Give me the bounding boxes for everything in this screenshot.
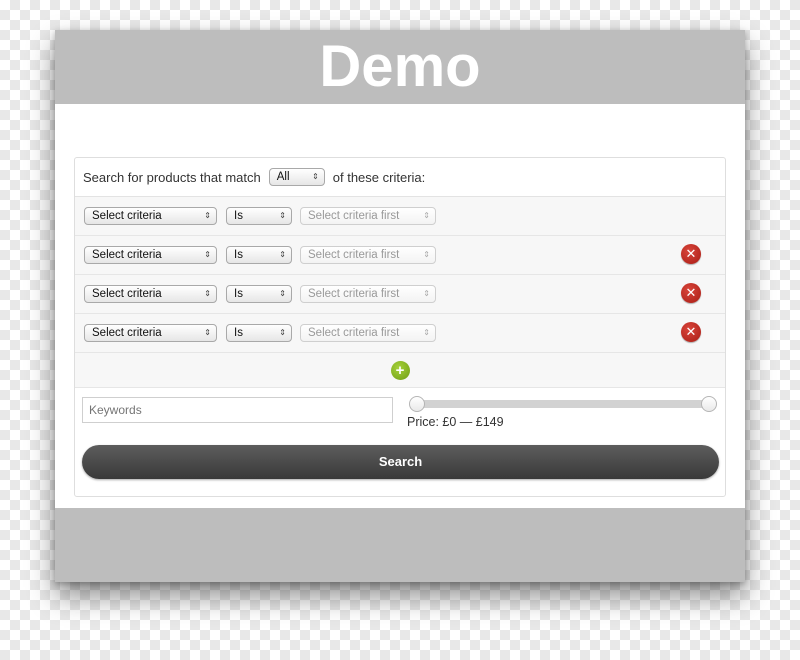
criteria-row: Select criteria ⇕ Is ⇕ Select criteria fir… <box>75 314 725 353</box>
value-select[interactable]: Select criteria first ⇕ <box>300 324 436 342</box>
updown-arrows-icon: ⇕ <box>423 211 430 220</box>
footer-bar <box>55 508 745 582</box>
remove-circle-icon: ✕ <box>685 324 697 339</box>
updown-arrows-icon: ⇕ <box>204 211 211 220</box>
price-min-handle[interactable] <box>409 396 425 412</box>
price-range-slider[interactable] <box>409 396 717 412</box>
operator-select-value: Is <box>234 288 243 300</box>
product-search-panel: Search for products that match All ⇕ of … <box>74 157 726 497</box>
value-select-value: Select criteria first <box>308 327 400 339</box>
match-criteria-bar: Search for products that match All ⇕ of … <box>75 158 725 197</box>
value-select-value: Select criteria first <box>308 249 400 261</box>
criteria-row: Select criteria ⇕ Is ⇕ Select criteria fir… <box>75 275 725 314</box>
updown-arrows-icon: ⇕ <box>423 289 430 298</box>
criteria-select[interactable]: Select criteria ⇕ <box>84 285 217 303</box>
value-select-value: Select criteria first <box>308 288 400 300</box>
remove-criteria-button[interactable]: ✕ <box>681 244 701 264</box>
criteria-select[interactable]: Select criteria ⇕ <box>84 324 217 342</box>
updown-arrows-icon: ⇕ <box>423 328 430 337</box>
keywords-input[interactable] <box>82 397 393 423</box>
operator-select-value: Is <box>234 210 243 222</box>
updown-arrows-icon: ⇕ <box>423 250 430 259</box>
criteria-select-value: Select criteria <box>92 210 162 222</box>
updown-arrows-icon: ⇕ <box>279 211 286 220</box>
operator-select-value: Is <box>234 327 243 339</box>
updown-arrows-icon: ⇕ <box>279 289 286 298</box>
criteria-select[interactable]: Select criteria ⇕ <box>84 207 217 225</box>
updown-arrows-icon: ⇕ <box>204 289 211 298</box>
updown-arrows-icon: ⇕ <box>279 250 286 259</box>
price-range-label: Price: £0 — £149 <box>407 415 504 429</box>
updown-arrows-icon: ⇕ <box>279 328 286 337</box>
search-button[interactable]: Search <box>82 445 719 479</box>
updown-arrows-icon: ⇕ <box>204 250 211 259</box>
operator-select[interactable]: Is ⇕ <box>226 324 292 342</box>
value-select-value: Select criteria first <box>308 210 400 222</box>
criteria-row: Select criteria ⇕ Is ⇕ Select criteria fir… <box>75 197 725 236</box>
remove-circle-icon: ✕ <box>685 246 697 261</box>
remove-circle-icon: ✕ <box>685 285 697 300</box>
match-mode-select[interactable]: All ⇕ <box>268 168 325 186</box>
criteria-row: Select criteria ⇕ Is ⇕ Select criteria fir… <box>75 236 725 275</box>
match-prefix-text: Search for products that match <box>83 169 261 185</box>
value-select[interactable]: Select criteria first ⇕ <box>300 285 436 303</box>
match-suffix-text: of these criteria: <box>332 169 426 185</box>
page-title: Demo <box>319 34 481 99</box>
operator-select[interactable]: Is ⇕ <box>226 207 292 225</box>
add-criteria-row: + <box>75 353 725 388</box>
value-select[interactable]: Select criteria first ⇕ <box>300 207 436 225</box>
remove-criteria-button[interactable]: ✕ <box>681 283 701 303</box>
operator-select[interactable]: Is ⇕ <box>226 246 292 264</box>
add-criteria-button[interactable]: + <box>390 360 410 380</box>
updown-arrows-icon: ⇕ <box>204 328 211 337</box>
search-controls: Price: £0 — £149 Search <box>75 388 725 501</box>
updown-arrows-icon: ⇕ <box>312 172 319 181</box>
header-bar: Demo <box>55 30 745 104</box>
criteria-select-value: Select criteria <box>92 327 162 339</box>
demo-window: Demo Search for products that match All … <box>55 30 745 582</box>
price-max-handle[interactable] <box>701 396 717 412</box>
match-mode-value: All <box>276 171 290 183</box>
criteria-select-value: Select criteria <box>92 288 162 300</box>
operator-select[interactable]: Is ⇕ <box>226 285 292 303</box>
value-select[interactable]: Select criteria first ⇕ <box>300 246 436 264</box>
add-circle-icon: + <box>395 361 405 379</box>
operator-select-value: Is <box>234 249 243 261</box>
criteria-select-value: Select criteria <box>92 249 162 261</box>
criteria-select[interactable]: Select criteria ⇕ <box>84 246 217 264</box>
remove-criteria-button[interactable]: ✕ <box>681 322 701 342</box>
